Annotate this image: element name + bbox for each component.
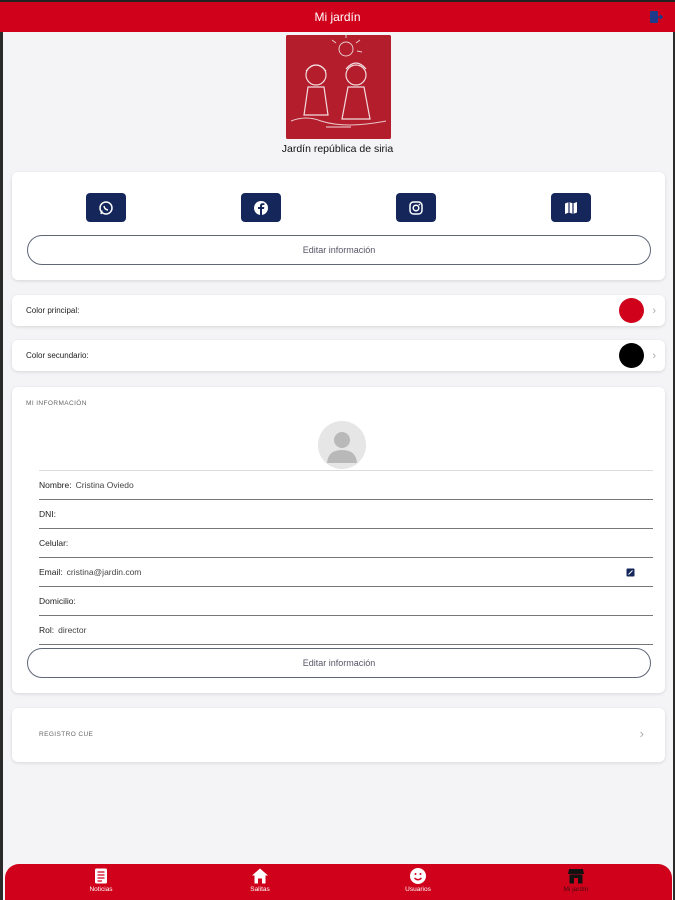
field-value: cristina@jardin.com <box>66 567 142 577</box>
primary-color-row[interactable]: Color principal: › <box>12 295 665 326</box>
chevron-right-icon: › <box>652 304 656 317</box>
whatsapp-icon <box>99 200 113 215</box>
edit-school-info-button[interactable]: Editar información <box>27 235 651 265</box>
field-dni: DNI: <box>39 500 653 529</box>
facebook-button[interactable] <box>241 193 281 222</box>
bottom-navigation: Noticias Salitas Usuarios Mi jardín <box>5 864 672 900</box>
news-icon <box>95 868 107 884</box>
users-icon <box>410 868 426 884</box>
nav-label: Mi jardín <box>563 886 589 893</box>
instagram-icon <box>409 200 423 215</box>
user-avatar-icon <box>318 421 366 469</box>
instagram-button[interactable] <box>396 193 436 222</box>
field-role: Rol: director <box>39 616 653 645</box>
field-value: director <box>58 625 87 635</box>
nav-item-rooms[interactable]: Salitas <box>230 867 290 899</box>
field-name: Nombre: Cristina Oviedo <box>39 471 653 500</box>
school-name: Jardín república de siria <box>281 143 394 155</box>
field-phone: Celular: <box>39 529 653 558</box>
nav-item-users[interactable]: Usuarios <box>388 867 448 899</box>
field-value: Cristina Oviedo <box>75 480 134 490</box>
store-icon <box>568 869 584 884</box>
window-frame-left <box>0 0 3 900</box>
nav-label: Noticias <box>89 886 113 893</box>
edit-my-info-button[interactable]: Editar información <box>27 648 651 678</box>
registry-cue-label: Registro CUE <box>39 731 94 738</box>
secondary-color-row[interactable]: Color secundario: › <box>12 340 665 371</box>
field-label: Email: <box>39 567 63 577</box>
whatsapp-button[interactable] <box>86 193 126 222</box>
registry-cue-row[interactable]: Registro CUE › <box>12 708 665 762</box>
nav-item-news[interactable]: Noticias <box>71 867 131 899</box>
top-app-bar: Mi jardín <box>0 0 675 32</box>
edit-email-icon[interactable] <box>626 568 635 577</box>
social-links-card: Editar información <box>12 172 665 280</box>
chevron-right-icon: › <box>639 726 644 741</box>
my-info-card: Mi información Nombre: Cristina Oviedo D… <box>12 387 665 693</box>
map-icon <box>565 201 577 214</box>
facebook-icon <box>254 200 268 215</box>
field-label: Celular: <box>39 538 69 548</box>
nav-item-my-school[interactable]: Mi jardín <box>546 867 606 899</box>
primary-color-label: Color principal: <box>26 306 80 315</box>
field-label: Nombre: <box>39 480 72 490</box>
nav-label: Salitas <box>250 886 270 893</box>
nav-label: Usuarios <box>405 886 431 893</box>
secondary-color-label: Color secundario: <box>26 351 89 360</box>
map-button[interactable] <box>551 193 591 222</box>
field-label: Rol: <box>39 625 55 635</box>
field-address: Domicilio: <box>39 587 653 616</box>
field-label: DNI: <box>39 509 56 519</box>
field-email: Email: cristina@jardin.com <box>39 558 653 587</box>
page-title: Mi jardín <box>314 10 361 24</box>
field-label: Domicilio: <box>39 596 76 606</box>
my-info-section-label: Mi información <box>26 400 87 407</box>
home-icon <box>252 868 268 884</box>
chevron-right-icon: › <box>652 349 656 362</box>
logout-icon[interactable] <box>649 10 663 24</box>
school-drawing-image <box>286 35 391 139</box>
avatar[interactable] <box>318 421 366 469</box>
primary-color-swatch[interactable] <box>619 298 644 323</box>
secondary-color-swatch[interactable] <box>619 343 644 368</box>
